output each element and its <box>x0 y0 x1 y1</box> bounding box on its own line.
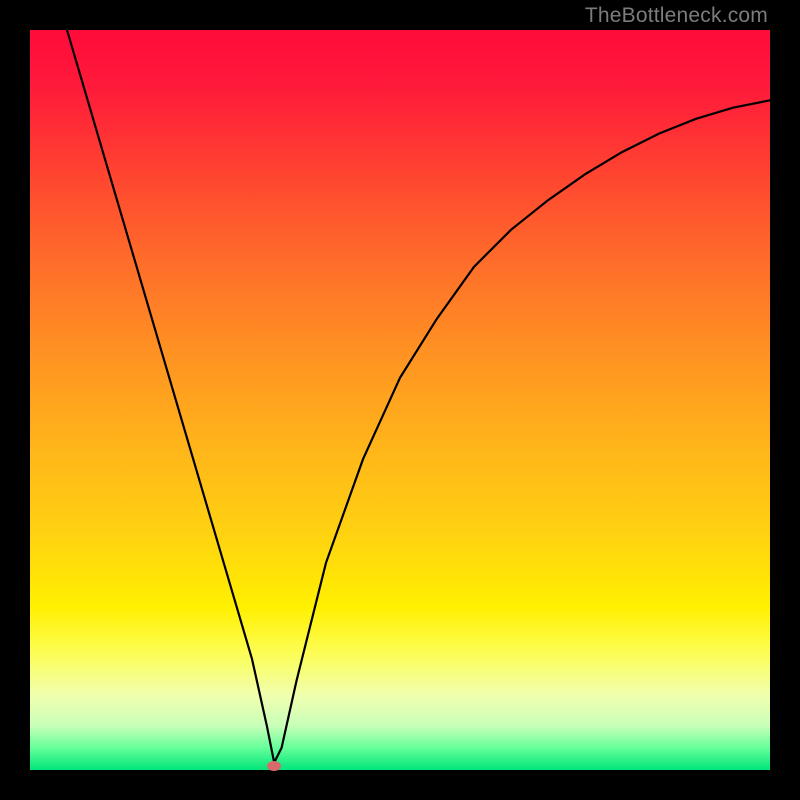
bottleneck-curve <box>67 30 770 763</box>
chart-canvas: TheBottleneck.com <box>0 0 800 800</box>
plot-area <box>30 30 770 770</box>
curve-svg <box>30 30 770 770</box>
optimum-marker <box>267 761 281 771</box>
watermark-text: TheBottleneck.com <box>585 4 768 28</box>
